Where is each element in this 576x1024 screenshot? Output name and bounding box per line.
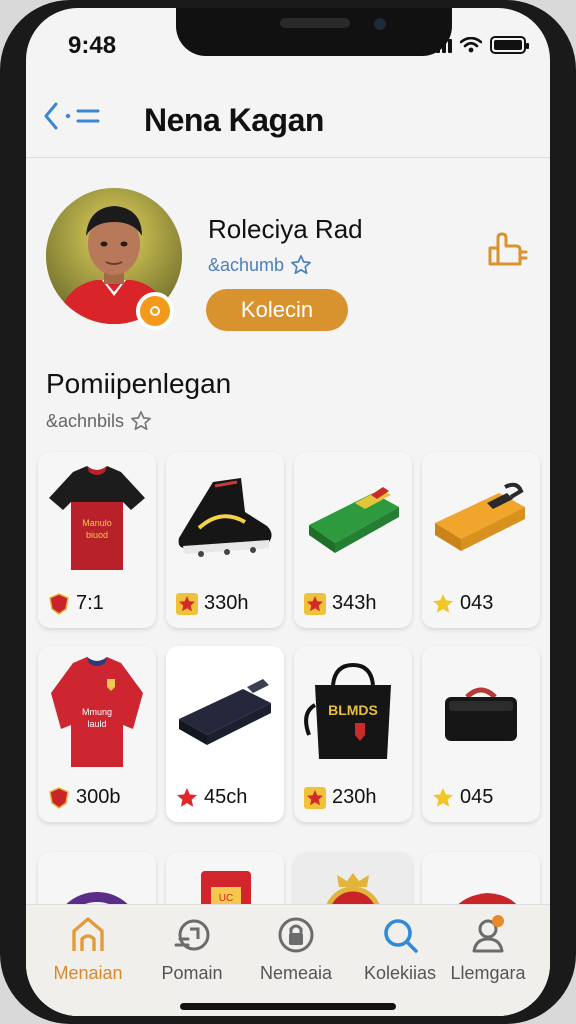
star-badge-icon	[304, 786, 326, 809]
gold-star-icon	[433, 787, 453, 807]
svg-text:BLMDS: BLMDS	[328, 702, 378, 718]
tab-label: Kolekiias	[363, 963, 437, 983]
product-card[interactable]: 343h	[294, 452, 412, 628]
section-title: Pomiipenlegan	[46, 368, 232, 399]
svg-text:biuod: biuod	[86, 530, 108, 540]
svg-text:lauld: lauld	[87, 719, 106, 729]
share-hand-icon	[488, 232, 528, 266]
search-icon	[384, 919, 418, 953]
product-card[interactable]: 45ch	[166, 646, 284, 822]
notch	[176, 8, 452, 56]
tab-home[interactable]: Menaian	[36, 915, 140, 995]
share-button[interactable]	[486, 230, 530, 270]
product-price: 045	[460, 786, 494, 808]
profile-handle: &achumb	[208, 254, 312, 276]
profile-handle-text: &achumb	[208, 254, 285, 275]
tab-label: Nemeaia	[259, 963, 333, 983]
svg-text:Mmung: Mmung	[82, 707, 112, 717]
crest-icon	[49, 786, 69, 809]
tab-pomain[interactable]: Pomain	[140, 915, 244, 995]
ticket-icon	[174, 919, 210, 951]
profile-icon	[472, 915, 504, 953]
svg-text:UC: UC	[219, 893, 233, 904]
section-subtitle: &achnbils	[46, 410, 152, 432]
product-card[interactable]: Manulo biuod 7:1	[38, 452, 156, 628]
product-price: 330h	[204, 592, 249, 614]
collection-button[interactable]: Kolecin	[206, 289, 348, 331]
header: Nena Kagan	[26, 78, 550, 158]
front-camera	[374, 18, 386, 30]
profile-name: Roleciya Rad	[208, 214, 363, 244]
wifi-icon	[460, 37, 482, 53]
product-card[interactable]: 045	[422, 646, 540, 822]
tab-llemgara[interactable]: Llemgara	[436, 915, 540, 995]
yellow-case-image	[435, 482, 525, 551]
tab-label: Pomain	[161, 963, 223, 983]
jersey-image: Manulo biuod	[49, 466, 145, 570]
product-card[interactable]: 330h	[166, 452, 284, 628]
product-card[interactable]: BLMDS 230h	[294, 646, 412, 822]
crest-icon	[49, 592, 69, 615]
gold-star-icon	[433, 593, 453, 613]
jersey-image: Mmung lauld	[51, 657, 143, 767]
back-menu-icon	[44, 102, 100, 130]
product-price: 7:1	[76, 592, 104, 614]
svg-text:Manulo: Manulo	[82, 518, 112, 528]
star-badge-icon	[304, 592, 326, 615]
product-price: 043	[460, 592, 494, 614]
back-menu-button[interactable]	[42, 96, 106, 136]
green-bag-image	[309, 487, 399, 553]
product-price: 45ch	[204, 786, 248, 808]
speaker	[280, 18, 350, 28]
pouch-image	[445, 687, 517, 741]
home-icon	[72, 917, 104, 951]
avatar-status-badge	[136, 292, 174, 330]
red-star-icon	[177, 787, 197, 807]
boot-image	[178, 478, 272, 557]
product-price: 230h	[332, 786, 377, 808]
tab-bar: Menaian Pomain Nemeaia Kolekiias Llemgar…	[26, 904, 550, 1016]
product-price: 300b	[76, 786, 121, 808]
product-card[interactable]: 043	[422, 452, 540, 628]
product-card[interactable]: Mmung lauld 300b	[38, 646, 156, 822]
tab-label: Llemgara	[450, 963, 526, 983]
tab-label: Menaian	[53, 963, 123, 983]
screen: 9:48 Nena Kagan Roleciya Rad &achumb Kol…	[26, 8, 550, 1016]
home-indicator	[180, 1003, 396, 1010]
tote-bag-image: BLMDS	[304, 662, 391, 759]
wallet-image	[179, 679, 271, 745]
star-badge-icon	[176, 592, 198, 615]
section-subtitle-text: &achnbils	[46, 410, 125, 431]
product-price: 343h	[332, 592, 377, 614]
battery-icon	[490, 36, 529, 54]
star-outline-icon	[131, 411, 152, 431]
lock-icon	[278, 917, 314, 953]
status-time: 9:48	[68, 32, 117, 59]
page-title: Nena Kagan	[144, 102, 324, 138]
star-outline-icon	[291, 255, 312, 275]
tab-nemeaia[interactable]: Nemeaia	[244, 915, 348, 995]
